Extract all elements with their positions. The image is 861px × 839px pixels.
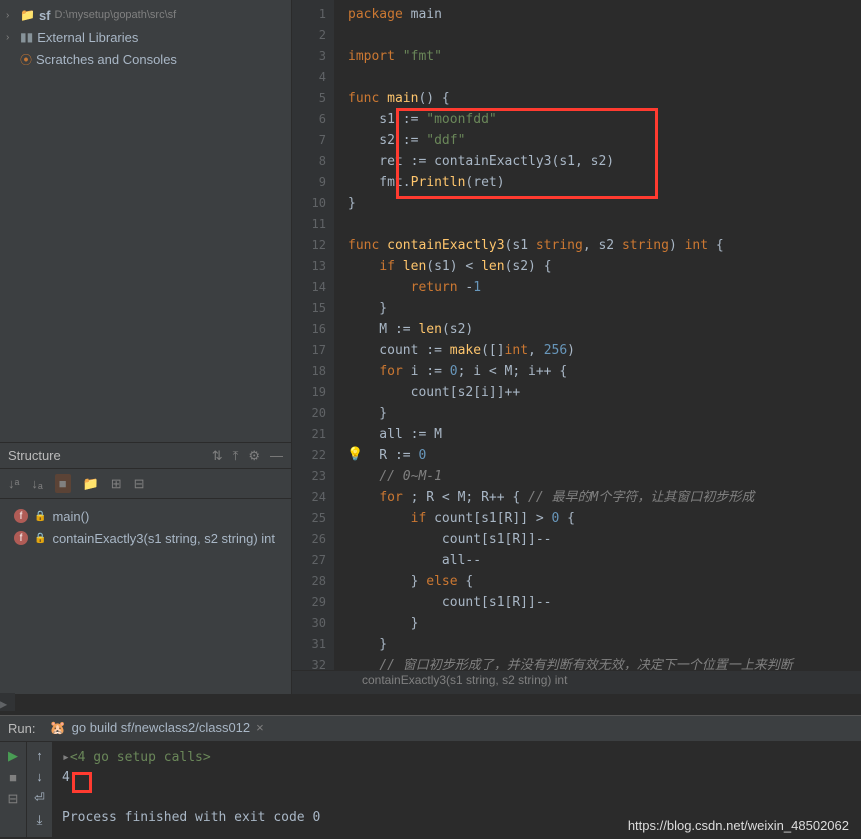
rerun-icon[interactable]: ▶ xyxy=(8,748,18,764)
node-label: sf xyxy=(39,8,51,23)
layout-icon[interactable]: ⊟ xyxy=(8,791,19,807)
show-non-public-icon[interactable]: 📁 xyxy=(83,476,99,492)
structure-item[interactable]: f 🔒 containExactly3(s1 string, s2 string… xyxy=(0,527,291,549)
gear-icon[interactable]: ⚙ xyxy=(248,448,260,464)
watermark: https://blog.csdn.net/weixin_48502062 xyxy=(628,818,849,833)
structure-header: Structure ⇅ ⤒ ⚙ — xyxy=(0,443,291,469)
collapse-icon[interactable]: ⤒ xyxy=(233,448,239,464)
run-label: Run: xyxy=(8,721,35,736)
node-label: Scratches and Consoles xyxy=(36,52,177,67)
close-icon[interactable]: × xyxy=(256,720,264,735)
scratch-icon: ⦿ xyxy=(20,51,32,68)
library-icon: ▮▮ xyxy=(20,30,33,44)
fields-toggle[interactable]: ■ xyxy=(55,474,71,493)
go-icon: 🐹 xyxy=(49,720,65,736)
breadcrumb-text: containExactly3(s1 string, s2 string) in… xyxy=(362,673,567,687)
tree-node-root[interactable]: › 📁 sf D:\mysetup\gopath\src\sf xyxy=(0,4,291,26)
tree-node-libs[interactable]: › ▮▮ External Libraries xyxy=(0,26,291,48)
sort-alpha-icon[interactable]: ↓ᵃ xyxy=(8,476,19,491)
run-controls: ▶ ■ ⊟ xyxy=(0,742,26,837)
stop-icon[interactable]: ■ xyxy=(9,770,17,785)
node-label: External Libraries xyxy=(37,30,138,45)
intention-bulb-icon[interactable]: 💡 xyxy=(347,446,363,462)
structure-item[interactable]: f 🔒 main() xyxy=(0,505,291,527)
down-icon[interactable]: ↓ xyxy=(36,769,43,784)
structure-body[interactable]: f 🔒 main() f 🔒 containExactly3(s1 string… xyxy=(0,499,291,555)
breadcrumb[interactable]: containExactly3(s1 string, s2 string) in… xyxy=(292,670,861,694)
line-gutter[interactable]: 1234567891011121314151617181920212223242… xyxy=(292,0,334,670)
item-label: containExactly3(s1 string, s2 string) in… xyxy=(52,531,275,546)
expand-icon[interactable]: ⇅ xyxy=(212,448,223,464)
up-icon[interactable]: ↑ xyxy=(36,748,43,763)
lock-icon: 🔒 xyxy=(34,533,46,544)
node-path: D:\mysetup\gopath\src\sf xyxy=(55,9,177,21)
run-tab-label: go build sf/newclass2/class012 xyxy=(72,720,251,735)
sort-visibility-icon[interactable]: ↓ₐ xyxy=(31,476,42,491)
run-tab[interactable]: 🐹 go build sf/newclass2/class012 × xyxy=(43,720,269,738)
lock-icon: 🔒 xyxy=(34,511,46,522)
folder-icon: 📁 xyxy=(20,8,35,22)
scroll-end-icon[interactable]: ⤓ xyxy=(37,812,43,828)
autoscroll-icon[interactable]: ⊞ xyxy=(111,476,122,492)
panel-title: Structure xyxy=(8,448,212,463)
tree-node-scratches[interactable]: ⦿ Scratches and Consoles xyxy=(0,48,291,70)
project-tree[interactable]: › 📁 sf D:\mysetup\gopath\src\sf › ▮▮ Ext… xyxy=(0,0,291,442)
run-sub-controls: ↑ ↓ ⏎ ⤓ xyxy=(26,742,52,837)
function-icon: f xyxy=(14,531,28,545)
run-gutter-icon[interactable]: ▶ xyxy=(0,693,15,711)
autoscroll-from-icon[interactable]: ⊟ xyxy=(134,476,145,492)
item-label: main() xyxy=(52,509,89,524)
code-editor[interactable]: package main import "fmt" func main() { … xyxy=(334,0,861,670)
structure-toolbar: ↓ᵃ ↓ₐ ■ 📁 ⊞ ⊟ xyxy=(0,469,291,499)
minimize-icon[interactable]: — xyxy=(270,448,283,464)
soft-wrap-icon[interactable]: ⏎ xyxy=(34,790,45,806)
chevron-right-icon: › xyxy=(6,10,16,21)
chevron-right-icon: › xyxy=(6,32,16,43)
function-icon: f xyxy=(14,509,28,523)
